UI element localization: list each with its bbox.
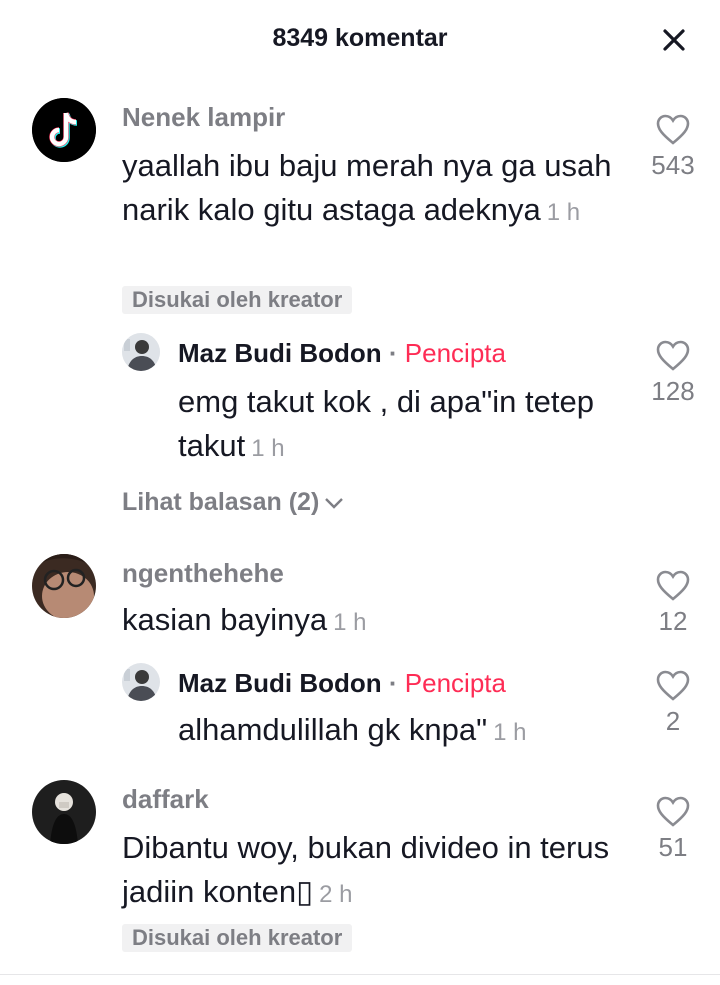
reply-avatar[interactable] xyxy=(122,333,160,371)
comments-header: 8349 komentar xyxy=(0,0,720,80)
like-count: 12 xyxy=(658,606,688,636)
heart-icon xyxy=(656,570,690,601)
comment-time: 1 h xyxy=(546,199,581,226)
reply-username[interactable]: Maz Budi Bodon xyxy=(178,338,382,368)
user-photo-icon xyxy=(122,333,160,371)
reply-avatar[interactable] xyxy=(122,663,160,701)
reply-text-block: alhamdulillah gk knpa" 1 h xyxy=(178,708,618,755)
reply-text: alhamdulillah gk knpa" xyxy=(178,712,488,747)
liked-by-creator-badge: Disukai oleh kreator xyxy=(122,924,353,952)
comment-username[interactable]: ngenthehehe xyxy=(122,558,284,589)
reply-like-button[interactable]: 2 xyxy=(638,670,708,737)
view-replies-button[interactable]: Lihat balasan (2) xyxy=(122,488,345,517)
avatar[interactable] xyxy=(32,780,96,844)
reply-text: emg takut kok , di apa"in tetep takut xyxy=(178,384,594,463)
avatar[interactable] xyxy=(32,554,96,618)
comment-text: Dibantu woy, bukan divideo in terus jadi… xyxy=(122,830,610,909)
reply-username[interactable]: Maz Budi Bodon xyxy=(178,668,382,698)
creator-label: Pencipta xyxy=(404,668,506,698)
comment-username[interactable]: Nenek lampir xyxy=(122,102,285,133)
separator-dot: · xyxy=(388,668,398,698)
like-button[interactable]: 51 xyxy=(638,796,708,863)
comment-text-block: Dibantu woy, bukan divideo in terus jadi… xyxy=(122,826,612,917)
view-replies-label: Lihat balasan (2) xyxy=(122,488,320,516)
like-button[interactable]: 543 xyxy=(638,114,708,181)
heart-icon xyxy=(656,796,690,827)
close-icon xyxy=(663,29,685,51)
like-count: 2 xyxy=(665,706,681,736)
reply-username-line: Maz Budi Bodon · Pencipta xyxy=(178,668,506,699)
comment-text-block: kasian bayinya 1 h xyxy=(122,598,612,645)
heart-icon xyxy=(656,114,690,145)
reply-username-line: Maz Budi Bodon · Pencipta xyxy=(178,338,506,369)
tiktok-logo-icon xyxy=(32,98,96,162)
user-photo-icon xyxy=(32,554,96,618)
liked-by-creator-badge: Disukai oleh kreator xyxy=(122,286,353,314)
comment-time: 1 h xyxy=(333,609,367,636)
comment-time: 2 h xyxy=(319,881,353,908)
comment-count-title: 8349 komentar xyxy=(272,24,448,52)
heart-icon xyxy=(656,340,690,371)
divider xyxy=(0,974,720,975)
chevron-down-icon xyxy=(325,498,344,510)
emoji-placeholder: ▯ xyxy=(296,874,314,909)
reply-text-block: emg takut kok , di apa"in tetep takut 1 h xyxy=(178,380,598,471)
like-count: 128 xyxy=(651,376,695,406)
comment-text: yaallah ibu baju merah nya ga usah narik… xyxy=(122,148,612,227)
reply-time: 1 h xyxy=(251,435,285,462)
like-count: 543 xyxy=(651,150,695,180)
reply-like-button[interactable]: 128 xyxy=(638,340,708,407)
avatar[interactable] xyxy=(32,98,96,162)
comment-username[interactable]: daffark xyxy=(122,784,209,815)
comment-text-block: yaallah ibu baju merah nya ga usah narik… xyxy=(122,144,612,235)
user-photo-icon xyxy=(122,663,160,701)
comment-text: kasian bayinya xyxy=(122,602,328,637)
separator-dot: · xyxy=(388,338,398,368)
like-count: 51 xyxy=(658,832,688,862)
creator-label: Pencipta xyxy=(404,338,506,368)
user-photo-icon xyxy=(32,780,96,844)
reply-time: 1 h xyxy=(493,719,527,746)
like-button[interactable]: 12 xyxy=(638,570,708,637)
close-button[interactable] xyxy=(656,22,692,58)
heart-icon xyxy=(656,670,690,701)
